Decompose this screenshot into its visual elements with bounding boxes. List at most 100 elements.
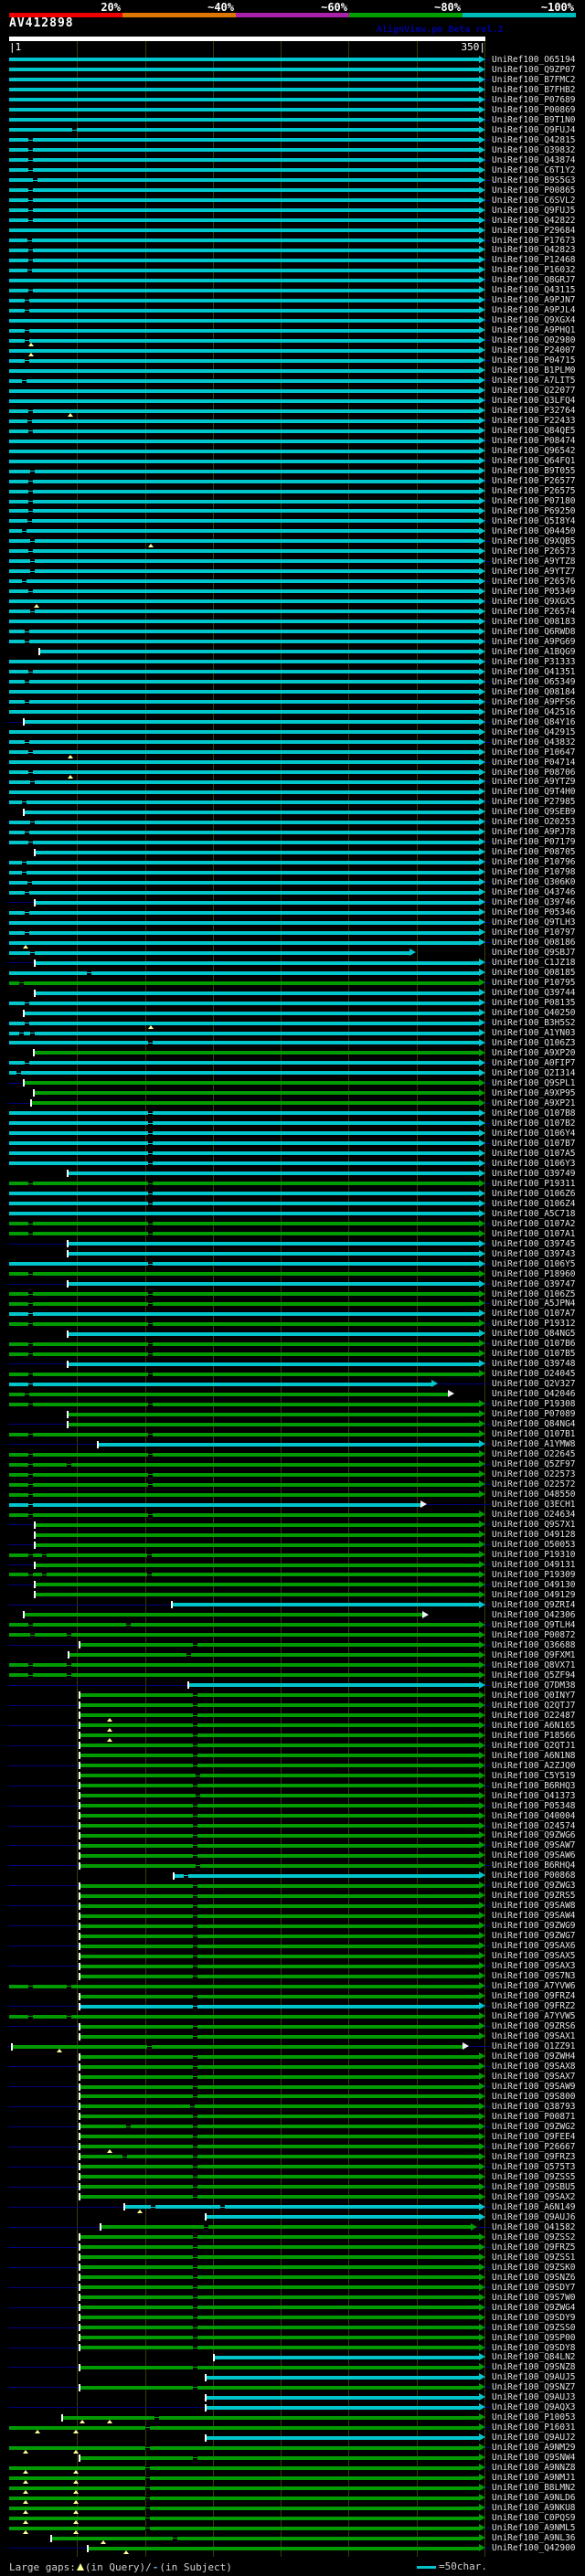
hit-label[interactable]: UniRef100_Q2QTJ7 bbox=[492, 1701, 576, 1711]
hit-label[interactable]: UniRef100_O49131 bbox=[492, 1560, 576, 1570]
hit-label[interactable]: UniRef100_Q42822 bbox=[492, 216, 576, 226]
hit-label[interactable]: UniRef100_P00871 bbox=[492, 2112, 576, 2122]
hit-label[interactable]: UniRef100_Q39744 bbox=[492, 988, 576, 998]
hit-label[interactable]: UniRef100_Q43115 bbox=[492, 285, 576, 295]
hit-label[interactable]: UniRef100_A0FIP7 bbox=[492, 1058, 576, 1068]
hit-bar[interactable] bbox=[9, 338, 479, 343]
hit-bar[interactable] bbox=[80, 2285, 479, 2290]
hit-label[interactable]: UniRef100_Q7DM38 bbox=[492, 1680, 576, 1691]
hit-label[interactable]: UniRef100_Q575T3 bbox=[492, 2162, 576, 2172]
hit-bar[interactable] bbox=[9, 258, 479, 262]
hit-bar[interactable] bbox=[9, 268, 479, 272]
hit-bar[interactable] bbox=[9, 108, 479, 112]
hit-label[interactable]: UniRef100_Q9ZWG3 bbox=[492, 1881, 576, 1891]
hit-label[interactable]: UniRef100_Q64FQ1 bbox=[492, 456, 576, 466]
hit-bar[interactable] bbox=[9, 2465, 479, 2470]
hit-label[interactable]: UniRef100_Q9XGX5 bbox=[492, 597, 576, 607]
hit-bar[interactable] bbox=[9, 148, 479, 153]
hit-bar[interactable] bbox=[67, 1282, 479, 1286]
hit-bar[interactable] bbox=[67, 1422, 479, 1426]
hit-bar[interactable] bbox=[67, 1242, 479, 1246]
hit-bar[interactable] bbox=[9, 1512, 479, 1517]
hit-bar[interactable] bbox=[80, 1944, 479, 1948]
hit-bar[interactable] bbox=[69, 1653, 479, 1658]
hit-label[interactable]: UniRef100_Q106Y5 bbox=[492, 1259, 576, 1269]
hit-bar[interactable] bbox=[9, 308, 479, 313]
hit-bar[interactable] bbox=[12, 2044, 463, 2049]
hit-label[interactable]: UniRef100_Q9SAW8 bbox=[492, 1901, 576, 1911]
hit-label[interactable]: UniRef100_P22433 bbox=[492, 416, 576, 426]
hit-label[interactable]: UniRef100_P00872 bbox=[492, 1630, 576, 1640]
hit-label[interactable]: UniRef100_Q9SEB9 bbox=[492, 807, 576, 817]
hit-label[interactable]: UniRef100_A9NML5 bbox=[492, 2523, 576, 2533]
hit-label[interactable]: UniRef100_A1YN03 bbox=[492, 1028, 576, 1038]
hit-bar[interactable] bbox=[80, 2024, 479, 2029]
hit-bar[interactable] bbox=[9, 710, 479, 715]
hit-label[interactable]: UniRef100_Q9ZSS5 bbox=[492, 2172, 576, 2182]
hit-bar[interactable] bbox=[9, 820, 479, 824]
hit-label[interactable]: UniRef100_P18960 bbox=[492, 1269, 576, 1279]
hit-bar[interactable] bbox=[9, 640, 479, 644]
hit-label[interactable]: UniRef100_Q9SAX6 bbox=[492, 1941, 576, 1951]
hit-label[interactable]: UniRef100_A6N149 bbox=[492, 2202, 576, 2212]
hit-label[interactable]: UniRef100_Q9ZSS0 bbox=[492, 2323, 576, 2333]
hit-label[interactable]: UniRef100_Q6RWD8 bbox=[492, 627, 576, 637]
hit-bar[interactable] bbox=[61, 2415, 479, 2420]
hit-bar[interactable] bbox=[9, 419, 479, 423]
hit-bar[interactable] bbox=[9, 920, 479, 925]
hit-bar[interactable] bbox=[214, 2355, 479, 2359]
hit-label[interactable]: UniRef100_Q9FXM1 bbox=[492, 1650, 576, 1660]
hit-bar[interactable] bbox=[80, 1863, 479, 1868]
hit-bar[interactable] bbox=[9, 620, 479, 624]
hit-label[interactable]: UniRef100_Q9XGX4 bbox=[492, 315, 576, 325]
hit-label[interactable]: UniRef100_A1YMW8 bbox=[492, 1439, 576, 1449]
hit-label[interactable]: UniRef100_Q9SAW4 bbox=[492, 1911, 576, 1921]
hit-label[interactable]: UniRef100_O49129 bbox=[492, 1590, 576, 1600]
hit-bar[interactable] bbox=[9, 981, 479, 985]
hit-label[interactable]: UniRef100_P10795 bbox=[492, 978, 576, 988]
hit-label[interactable]: UniRef100_Q9FRZ4 bbox=[492, 1991, 576, 2001]
hit-label[interactable]: UniRef100_Q0INY7 bbox=[492, 1691, 576, 1701]
hit-label[interactable]: UniRef100_P00865 bbox=[492, 186, 576, 196]
hit-bar[interactable] bbox=[80, 1643, 479, 1648]
hit-bar[interactable] bbox=[9, 519, 479, 524]
hit-bar[interactable] bbox=[9, 630, 479, 634]
hit-label[interactable]: UniRef100_A9YTZ8 bbox=[492, 557, 576, 567]
hit-label[interactable]: UniRef100_P19311 bbox=[492, 1179, 576, 1189]
hit-label[interactable]: UniRef100_A9NNZ8 bbox=[492, 2463, 576, 2473]
hit-bar[interactable] bbox=[9, 1341, 479, 1346]
hit-label[interactable]: UniRef100_A7LIT5 bbox=[492, 376, 576, 386]
hit-bar[interactable] bbox=[35, 1522, 479, 1527]
hit-label[interactable]: UniRef100_P00868 bbox=[492, 1871, 576, 1881]
hit-label[interactable]: UniRef100_A9PJN7 bbox=[492, 295, 576, 305]
hit-label[interactable]: UniRef100_Q39748 bbox=[492, 1359, 576, 1369]
hit-bar[interactable] bbox=[9, 790, 479, 794]
hit-label[interactable]: UniRef100_Q9SPL1 bbox=[492, 1078, 576, 1088]
hit-label[interactable]: UniRef100_Q9ZSK0 bbox=[492, 2263, 576, 2273]
hit-label[interactable]: UniRef100_Q9SDY7 bbox=[492, 2283, 576, 2293]
hit-bar[interactable] bbox=[9, 168, 479, 173]
hit-bar[interactable] bbox=[9, 800, 479, 804]
hit-bar[interactable] bbox=[80, 1934, 479, 1938]
hit-label[interactable]: UniRef100_B9S5G3 bbox=[492, 175, 576, 186]
hit-label[interactable]: UniRef100_Q9AUJ6 bbox=[492, 2212, 576, 2222]
hit-bar[interactable] bbox=[9, 860, 479, 864]
hit-label[interactable]: UniRef100_Q9S7W0 bbox=[492, 2293, 576, 2303]
hit-bar[interactable] bbox=[35, 1563, 479, 1567]
hit-label[interactable]: UniRef100_Q42900 bbox=[492, 2543, 576, 2553]
hit-label[interactable]: UniRef100_P69250 bbox=[492, 506, 576, 516]
hit-label[interactable]: UniRef100_P10053 bbox=[492, 2412, 576, 2422]
hit-bar[interactable] bbox=[9, 1984, 479, 1988]
hit-bar[interactable] bbox=[24, 720, 479, 724]
hit-label[interactable]: UniRef100_Q9SAW9 bbox=[492, 2082, 576, 2092]
hit-label[interactable]: UniRef100_Q107B5 bbox=[492, 1349, 576, 1359]
hit-label[interactable]: UniRef100_P04714 bbox=[492, 758, 576, 768]
hit-label[interactable]: UniRef100_Q9ZRI4 bbox=[492, 1600, 576, 1610]
hit-bar[interactable] bbox=[9, 2496, 479, 2500]
hit-label[interactable]: UniRef100_A5JPN4 bbox=[492, 1299, 576, 1309]
hit-bar[interactable] bbox=[80, 2275, 479, 2280]
hit-bar[interactable] bbox=[9, 1182, 479, 1186]
hit-label[interactable]: UniRef100_P27985 bbox=[492, 797, 576, 807]
hit-bar[interactable] bbox=[80, 1903, 479, 1908]
hit-label[interactable]: UniRef100_Q107B2 bbox=[492, 1118, 576, 1129]
